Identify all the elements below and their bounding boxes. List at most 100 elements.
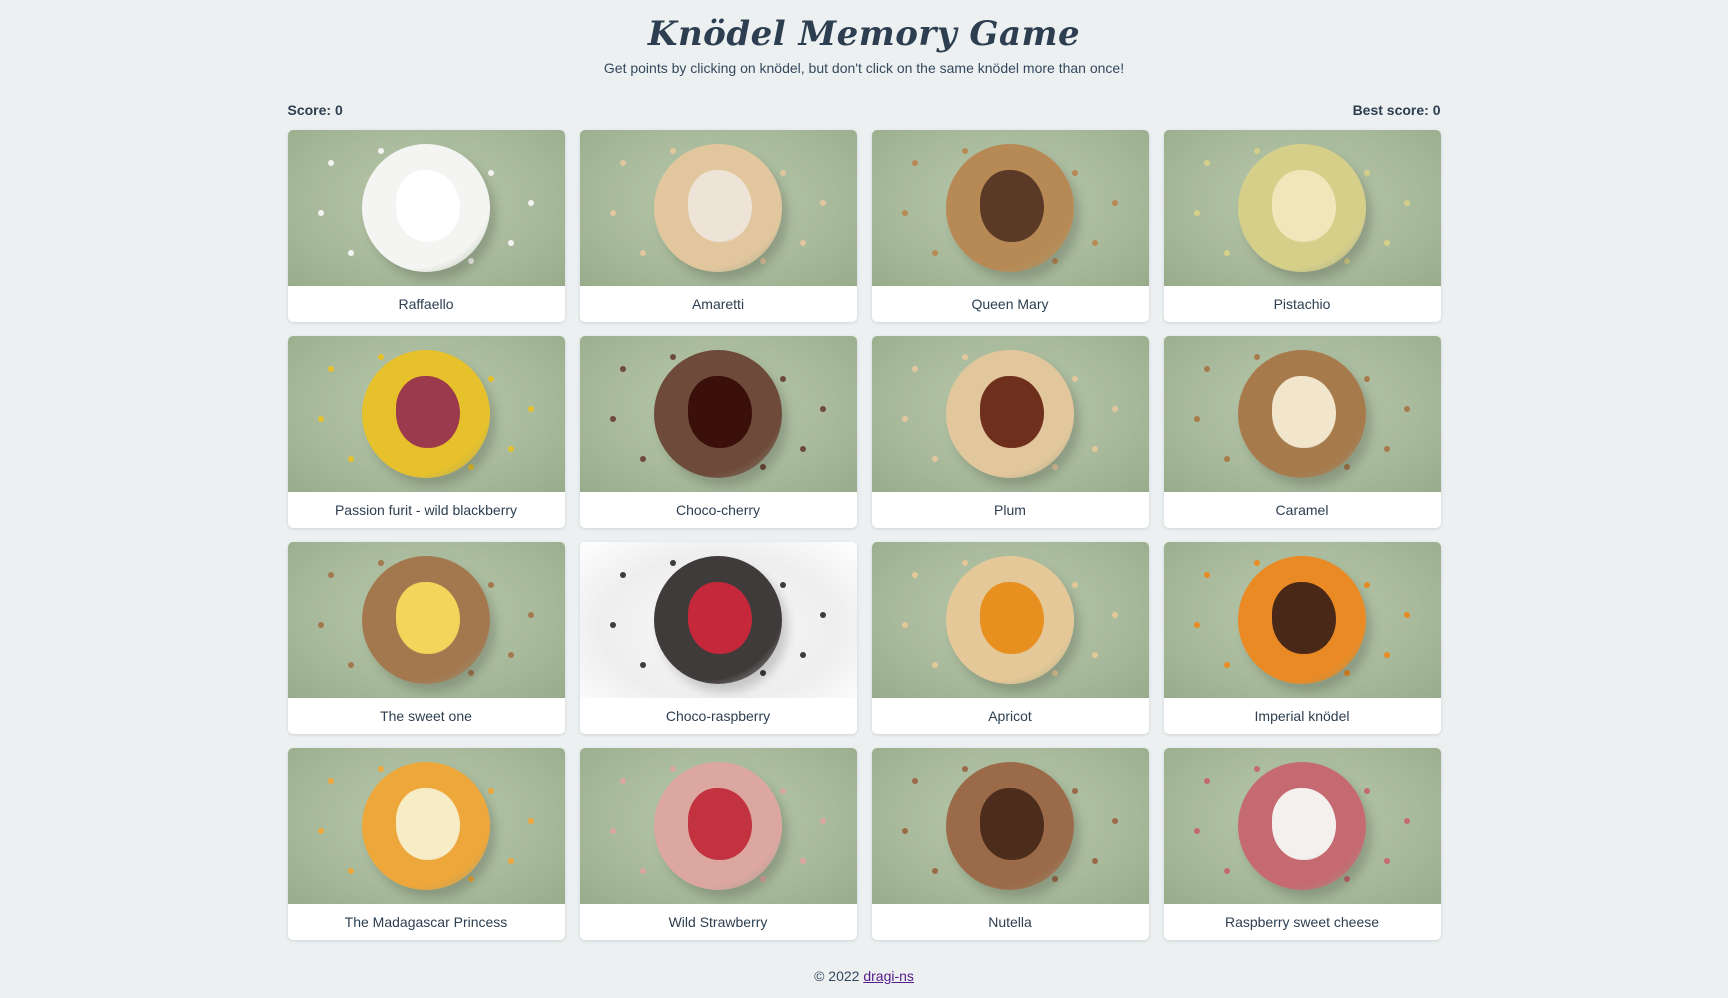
crumb-decoration (901, 416, 908, 422)
knodel-image (1163, 130, 1441, 286)
crumb-decoration (1111, 818, 1118, 824)
crumb-decoration (1343, 258, 1350, 264)
knodel-card[interactable]: Passion furit - wild blackberry (287, 336, 565, 528)
crumb-decoration (1203, 778, 1210, 784)
knodel-filling (688, 582, 752, 654)
crumb-decoration (1363, 788, 1370, 794)
crumb-decoration (487, 170, 494, 176)
crumb-decoration (1383, 446, 1390, 452)
crumb-decoration (799, 652, 806, 658)
knodel-card[interactable]: Apricot (871, 542, 1149, 734)
knodel-label: Queen Mary (971, 296, 1049, 312)
crumb-decoration (327, 778, 334, 784)
crumb-decoration (527, 612, 534, 618)
knodel-card[interactable]: Raspberry sweet cheese (1163, 748, 1441, 940)
knodel-card[interactable]: Plum (871, 336, 1149, 528)
crumb-decoration (317, 622, 324, 628)
knodel-card[interactable]: Amaretti (579, 130, 857, 322)
crumb-decoration (1193, 210, 1200, 216)
crumb-decoration (1071, 376, 1078, 382)
knodel-card[interactable]: Choco-cherry (579, 336, 857, 528)
crumb-decoration (931, 868, 938, 874)
crumb-decoration (507, 240, 514, 246)
crumb-decoration (507, 652, 514, 658)
crumb-decoration (1403, 612, 1410, 618)
knodel-image (287, 130, 565, 286)
knodel-filling (980, 170, 1044, 242)
crumb-decoration (1091, 240, 1098, 246)
crumb-decoration (1383, 240, 1390, 246)
knodel-filling (1272, 788, 1336, 860)
crumb-decoration (1383, 858, 1390, 864)
knodel-label: Choco-cherry (675, 502, 761, 518)
knodel-card[interactable]: Pistachio (1163, 130, 1441, 322)
crumb-decoration (669, 766, 676, 772)
crumb-decoration (487, 376, 494, 382)
knodel-filling (980, 582, 1044, 654)
crumb-decoration (669, 560, 676, 566)
crumb-decoration (347, 868, 354, 874)
knodel-card[interactable]: Imperial knödel (1163, 542, 1441, 734)
crumb-decoration (961, 354, 968, 360)
crumb-decoration (377, 354, 384, 360)
crumb-decoration (819, 406, 826, 412)
crumb-decoration (1253, 354, 1260, 360)
crumb-decoration (901, 828, 908, 834)
knodel-card[interactable]: The sweet one (287, 542, 565, 734)
crumb-decoration (901, 210, 908, 216)
knodel-label: Caramel (1275, 502, 1329, 518)
crumb-decoration (819, 200, 826, 206)
knodel-filling (1272, 170, 1336, 242)
knodel-image (579, 130, 857, 286)
knodel-card[interactable]: Wild Strawberry (579, 748, 857, 940)
knodel-label: Passion furit - wild blackberry (334, 502, 518, 518)
crumb-decoration (911, 572, 918, 578)
knodel-card[interactable]: Caramel (1163, 336, 1441, 528)
crumb-decoration (669, 354, 676, 360)
crumb-decoration (1363, 170, 1370, 176)
knodel-image (287, 336, 565, 492)
crumb-decoration (609, 828, 616, 834)
knodel-card[interactable]: Queen Mary (871, 130, 1149, 322)
crumb-decoration (799, 858, 806, 864)
knodel-image (871, 748, 1149, 904)
crumb-decoration (901, 622, 908, 628)
knodel-image (1163, 336, 1441, 492)
crumb-decoration (467, 876, 474, 882)
knodel-label: Amaretti (691, 296, 745, 312)
best-score: Best score: 0 (1352, 102, 1441, 118)
knodel-label: Wild Strawberry (668, 914, 768, 930)
knodel-card[interactable]: Raffaello (287, 130, 565, 322)
knodel-label: The sweet one (380, 708, 472, 724)
crumb-decoration (467, 258, 474, 264)
knodel-card[interactable]: Choco-raspberry (579, 542, 857, 734)
footer: © 2022 dragi-ns (0, 968, 1728, 984)
crumb-decoration (1051, 876, 1058, 882)
knodel-filling (688, 376, 752, 448)
author-link[interactable]: dragi-ns (863, 968, 914, 984)
knodel-card[interactable]: Nutella (871, 748, 1149, 940)
crumb-decoration (961, 148, 968, 154)
crumb-decoration (1403, 818, 1410, 824)
crumb-decoration (639, 868, 646, 874)
knodel-filling (980, 788, 1044, 860)
card-grid: Raffaello Amaretti Queen Mary Pistachio Pass… (287, 130, 1441, 940)
crumb-decoration (639, 456, 646, 462)
crumb-decoration (1111, 406, 1118, 412)
crumb-decoration (1071, 788, 1078, 794)
crumb-decoration (507, 446, 514, 452)
knodel-card[interactable]: The Madagascar Princess (287, 748, 565, 940)
crumb-decoration (759, 258, 766, 264)
knodel-label: The Madagascar Princess (344, 914, 508, 930)
crumb-decoration (1343, 464, 1350, 470)
crumb-decoration (931, 662, 938, 668)
crumb-decoration (819, 612, 826, 618)
crumb-decoration (347, 662, 354, 668)
crumb-decoration (487, 582, 494, 588)
crumb-decoration (609, 416, 616, 422)
knodel-label: Imperial knödel (1254, 708, 1350, 724)
crumb-decoration (1193, 828, 1200, 834)
crumb-decoration (759, 876, 766, 882)
crumb-decoration (961, 560, 968, 566)
crumb-decoration (347, 456, 354, 462)
